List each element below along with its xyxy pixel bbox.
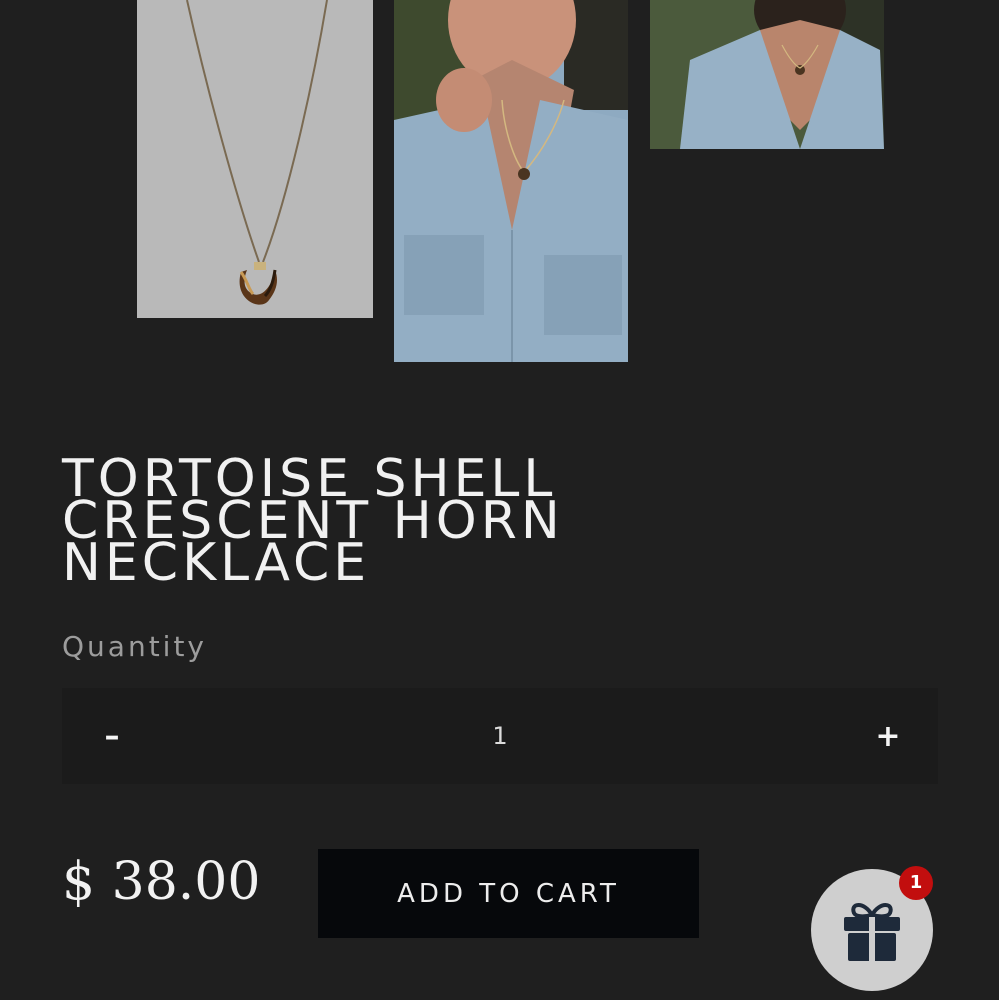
necklace-image	[137, 0, 373, 318]
gallery-image-model-closeup[interactable]	[394, 0, 628, 362]
product-title: TORTOISE SHELL CRESCENT HORN NECKLACE	[62, 449, 564, 593]
notification-badge: 1	[899, 866, 933, 900]
increment-button[interactable]: +	[838, 688, 938, 784]
model-wide-image	[650, 0, 884, 149]
quantity-label: Quantity	[62, 630, 207, 663]
quantity-input[interactable]	[162, 688, 838, 784]
product-page: TORTOISE SHELL CRESCENT HORN NECKLACE Qu…	[0, 0, 999, 1000]
model-closeup-image	[394, 0, 628, 362]
gift-icon	[844, 903, 900, 961]
decrement-button[interactable]: –	[62, 688, 162, 784]
gallery-image-model-wide[interactable]	[650, 0, 884, 149]
product-price: $ 38.00	[62, 852, 261, 912]
add-to-cart-button[interactable]: ADD TO CART	[318, 849, 699, 938]
quantity-stepper: – +	[62, 688, 938, 784]
gallery-image-necklace[interactable]	[137, 0, 373, 318]
